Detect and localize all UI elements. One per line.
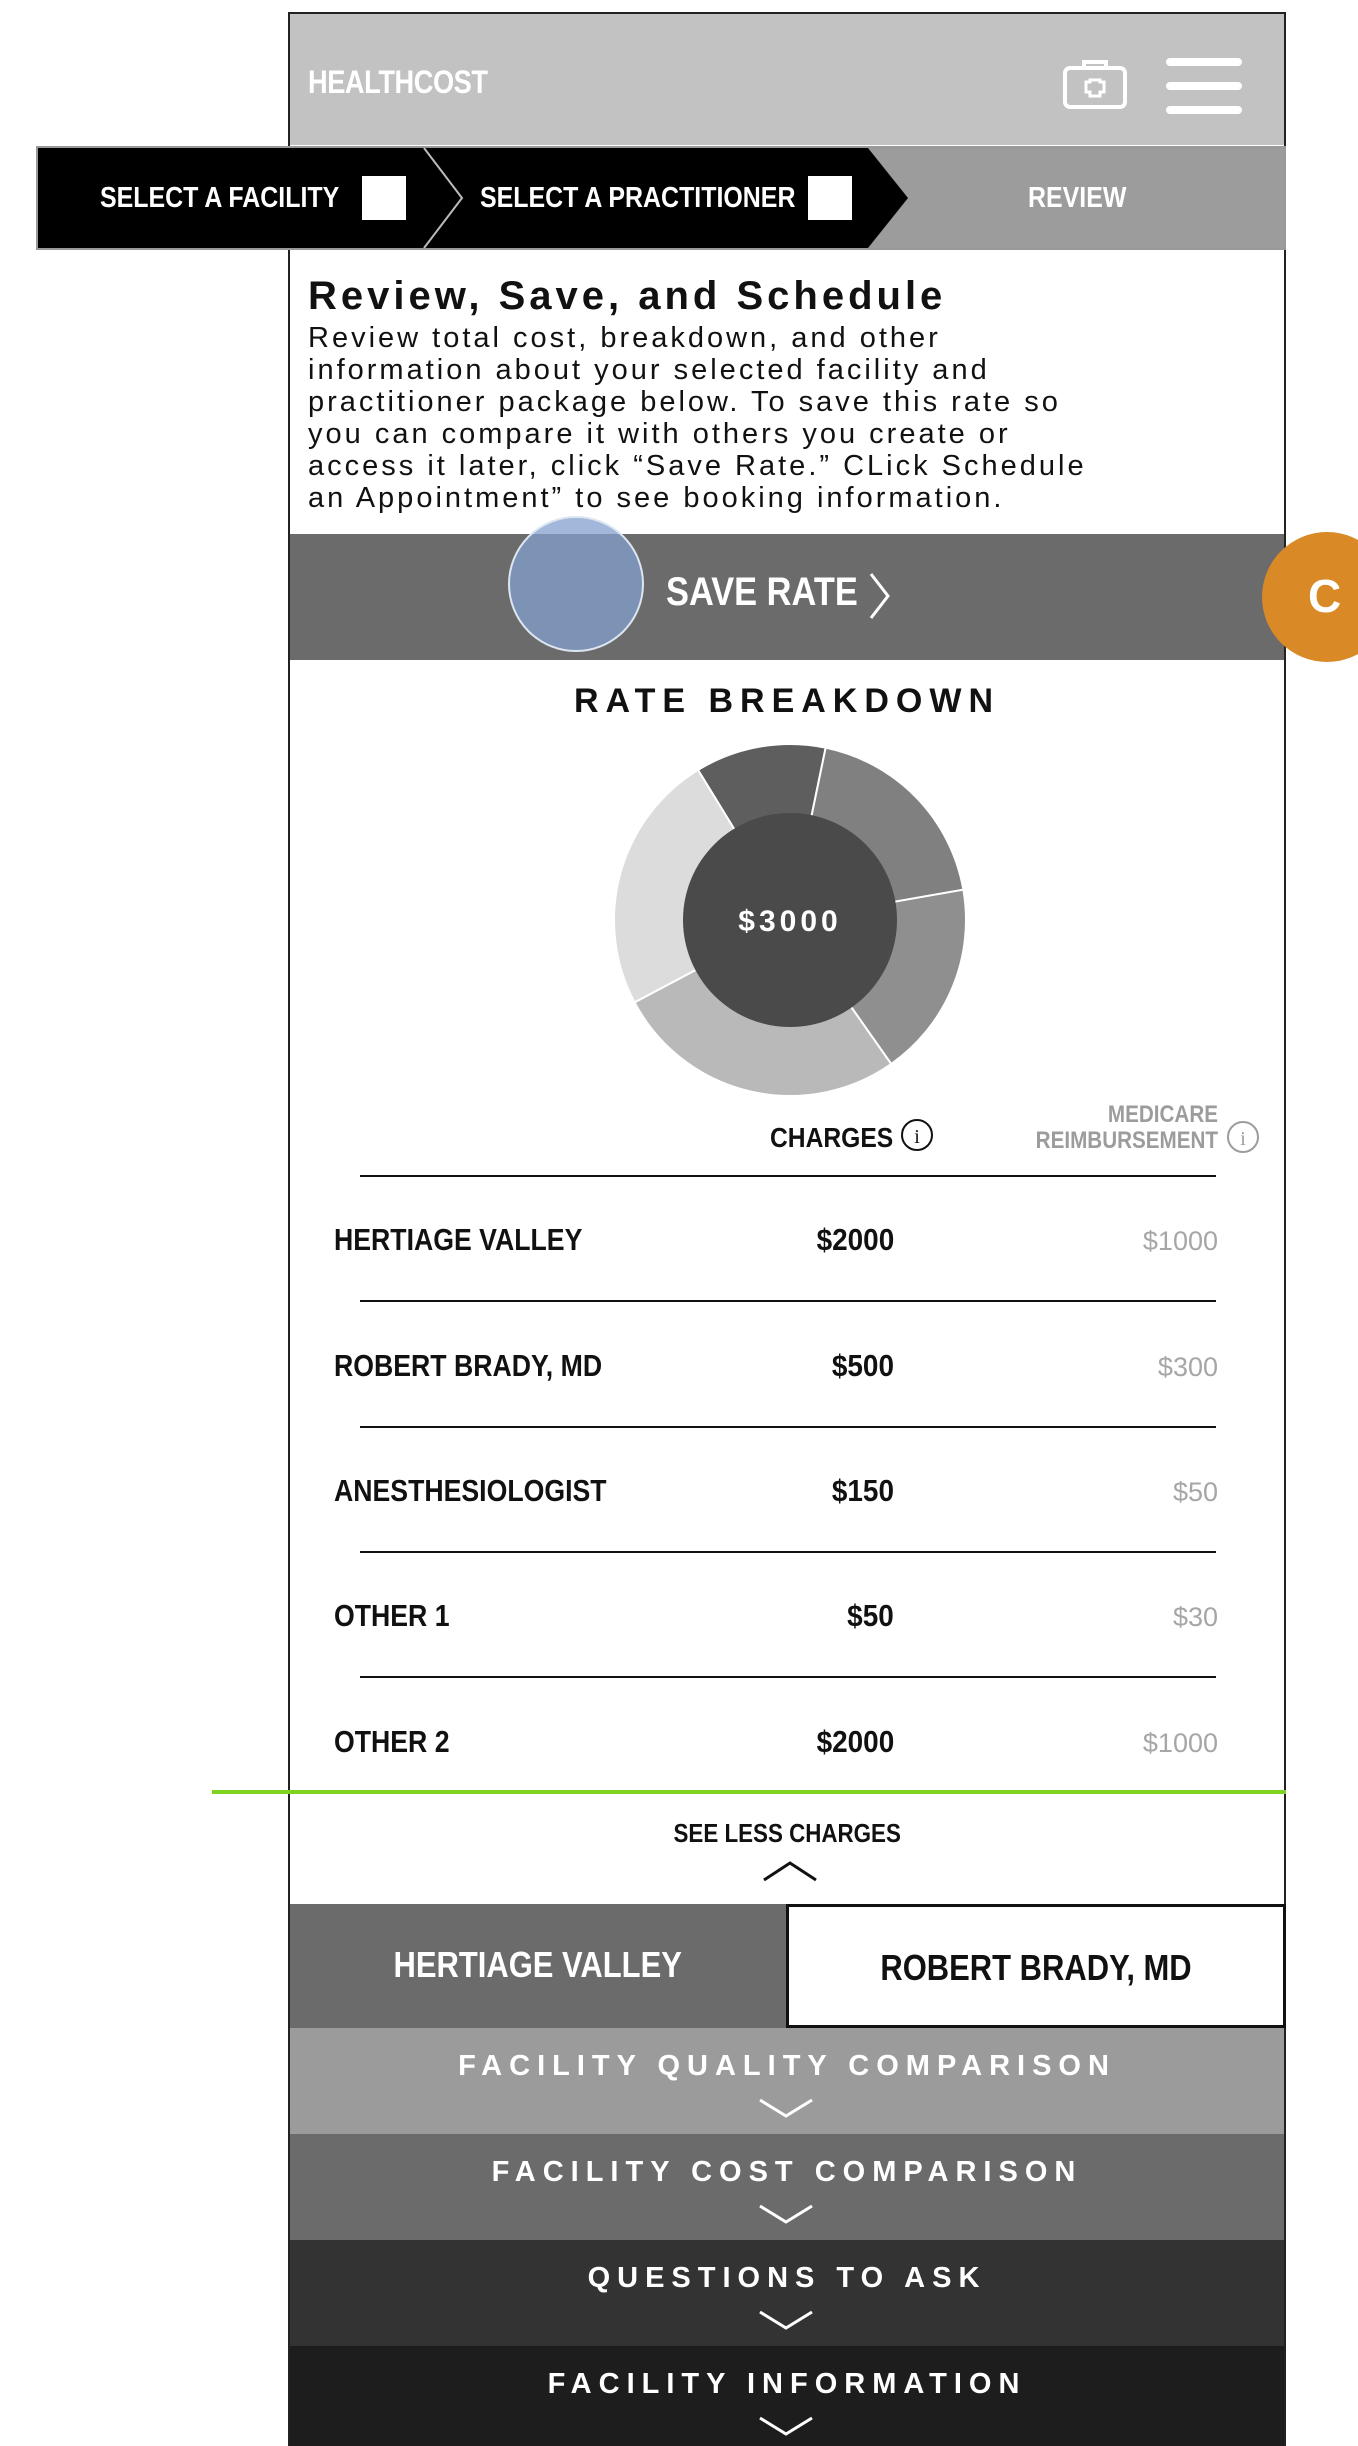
progress-stepper: SELECT A FACILITY SELECT A PRACTITIONER … [36,146,1286,250]
info-icon[interactable]: i [900,1118,934,1152]
table-divider [360,1551,1216,1553]
row-label: ROBERT BRADY, MD [334,1348,603,1383]
step-review[interactable]: REVIEW [1028,148,1126,248]
step-select-facility[interactable]: SELECT A FACILITY [100,148,339,248]
description-line: you can compare it with others you creat… [308,418,1011,450]
description-line: information about your selected facility… [308,354,990,386]
accordion-label: FACILITY INFORMATION [547,2368,1027,2400]
chevron-up-icon[interactable] [762,1860,818,1882]
save-rate-label: SAVE RATE [666,570,858,614]
app-header: HEALTHCOST [290,14,1284,145]
row-medicare: $1000 [1142,1728,1218,1758]
total-cost: $3000 [738,905,841,938]
medical-kit-icon[interactable] [1062,58,1128,110]
chevron-down-icon [759,2204,813,2224]
row-charge: $50 [847,1598,894,1633]
tab-hertiage-valley[interactable]: HERTIAGE VALLEY [290,1904,786,2028]
row-medicare: $50 [1172,1477,1218,1507]
hamburger-menu-icon[interactable] [1166,58,1242,114]
rate-breakdown-title: RATE BREAKDOWN [573,682,1000,720]
row-charge: $150 [831,1473,894,1508]
touch-indicator [508,516,644,652]
page-title: Review, Save, and Schedule [308,274,947,318]
accordion-facility-cost[interactable]: FACILITY COST COMPARISON [290,2134,1284,2240]
step-select-practitioner[interactable]: SELECT A PRACTITIONER [480,148,795,248]
save-rate-button[interactable]: SAVE RATE [290,534,1284,660]
accordion-label: FACILITY COST COMPARISON [491,2156,1083,2188]
see-less-charges-label: SEE LESS CHARGES [673,1818,901,1848]
page-description: Review total cost, breakdown, and other … [308,322,1278,514]
fold-guide-line [212,1790,1286,1794]
accordion-label: QUESTIONS TO ASK [587,2262,987,2294]
step-facility-checkbox[interactable] [362,176,406,220]
svg-text:i: i [914,1126,920,1148]
row-label: HERTIAGE VALLEY [334,1222,583,1257]
accordion-facility-information[interactable]: FACILITY INFORMATION [290,2346,1284,2446]
step-practitioner-checkbox[interactable] [808,176,852,220]
description-line: access it later, click “Save Rate.” CLic… [308,450,1087,482]
chevron-down-icon [759,2310,813,2330]
row-label: OTHER 2 [334,1724,450,1759]
table-divider [360,1300,1216,1302]
svg-text:i: i [1240,1128,1246,1150]
row-charge: $2000 [816,1724,894,1759]
row-medicare: $300 [1157,1352,1218,1382]
tab-label: ROBERT BRADY, MD [880,1947,1192,1988]
table-divider [360,1426,1216,1428]
description-line: Review total cost, breakdown, and other [308,322,941,354]
table-divider [360,1676,1216,1678]
tab-label: HERTIAGE VALLEY [393,1944,683,1985]
row-label: OTHER 1 [334,1598,450,1633]
row-charge: $500 [831,1348,894,1383]
brand-logo[interactable]: HEALTHCOST [308,64,488,101]
row-medicare: $30 [1172,1602,1218,1632]
medicare-header: MEDICARE REIMBURSEMENT [1036,1102,1218,1154]
medicare-header-line: MEDICARE [1107,1101,1218,1128]
row-label: ANESTHESIOLOGIST [334,1473,607,1508]
chevron-right-icon [869,573,890,619]
chevron-down-icon [759,2098,813,2118]
see-less-charges-button[interactable]: SEE LESS CHARGES [290,1818,1284,1849]
rate-breakdown-donut: $3000 [613,743,967,1097]
charges-header: CHARGES [770,1122,894,1153]
description-line: an Appointment” to see booking informati… [308,482,1005,514]
tab-robert-brady[interactable]: ROBERT BRADY, MD [786,1904,1286,2028]
chevron-down-icon [759,2416,813,2436]
description-line: practitioner package below. To save this… [308,386,1061,418]
accordion-label: FACILITY QUALITY COMPARISON [458,2050,1116,2082]
accordion-questions-to-ask[interactable]: QUESTIONS TO ASK [290,2240,1284,2346]
accordion-facility-quality[interactable]: FACILITY QUALITY COMPARISON [290,2028,1284,2134]
medicare-header-line: REIMBURSEMENT [1035,1127,1218,1154]
table-divider [360,1175,1216,1177]
info-icon[interactable]: i [1226,1120,1260,1154]
row-charge: $2000 [816,1222,894,1257]
row-medicare: $1000 [1142,1226,1218,1256]
